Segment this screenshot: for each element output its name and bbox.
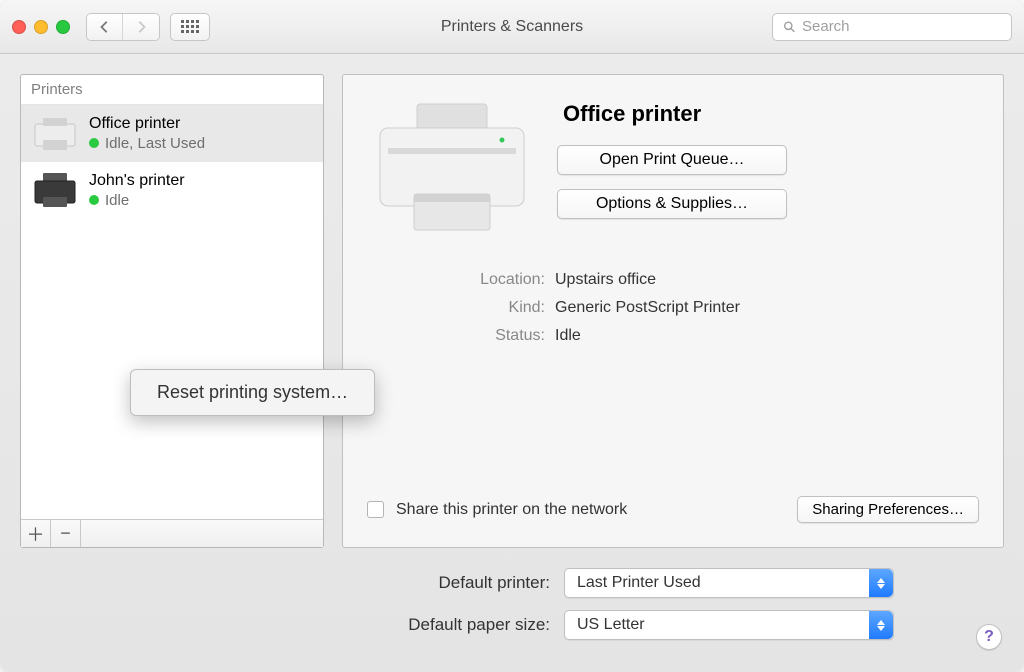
printer-info: Location: Upstairs office Kind: Generic … [385,271,979,345]
select-stepper-icon [869,569,893,597]
share-printer-checkbox[interactable] [367,501,384,518]
search-field[interactable] [772,13,1012,41]
close-window-button[interactable] [12,20,26,34]
forward-button[interactable] [123,14,159,40]
default-paper-size-value: US Letter [577,616,645,634]
printer-item-office[interactable]: Office printer Idle, Last Used [21,105,323,162]
default-printer-select[interactable]: Last Printer Used [564,568,894,598]
options-supplies-button[interactable]: Options & Supplies… [557,189,787,219]
kind-value: Generic PostScript Printer [555,299,740,317]
sidebar-footer: ＋ − [21,519,323,547]
printer-details-panel: Office printer Open Print Queue… Options… [342,74,1004,548]
preferences-window: Printers & Scanners Printers [0,0,1024,672]
printer-title: Office printer [563,101,979,127]
window-title: Printers & Scanners [441,18,583,36]
printer-icon [31,113,79,153]
chevron-right-icon [134,20,148,34]
back-button[interactable] [87,14,123,40]
nav-group [86,13,160,41]
printer-item-johns[interactable]: John's printer Idle [21,162,323,219]
default-paper-size-label: Default paper size: [24,615,564,635]
select-stepper-icon [869,611,893,639]
printer-status: Idle, Last Used [105,135,205,152]
default-printer-value: Last Printer Used [577,574,701,592]
titlebar: Printers & Scanners [0,0,1024,54]
grid-icon [181,20,199,33]
sharing-preferences-button[interactable]: Sharing Preferences… [797,496,979,523]
sidebar-header: Printers [21,75,323,105]
open-print-queue-button[interactable]: Open Print Queue… [557,145,787,175]
location-value: Upstairs office [555,271,656,289]
default-printer-label: Default printer: [24,573,564,593]
default-paper-size-select[interactable]: US Letter [564,610,894,640]
status-dot-icon [89,138,99,148]
status-label: Status: [385,327,555,345]
printer-status: Idle [105,192,129,209]
minimize-window-button[interactable] [34,20,48,34]
status-dot-icon [89,195,99,205]
zoom-window-button[interactable] [56,20,70,34]
content-area: Printers Office printer I [0,54,1024,568]
printer-icon [31,170,79,210]
share-printer-label: Share this printer on the network [396,501,785,519]
add-printer-button[interactable]: ＋ [21,520,51,547]
bottom-controls: Default printer: Last Printer Used Defau… [0,568,1024,672]
status-value: Idle [555,327,581,345]
printer-name: John's printer [89,172,313,190]
printer-name: Office printer [89,115,313,133]
location-label: Location: [385,271,555,289]
window-controls [12,20,70,34]
chevron-left-icon [98,20,112,34]
help-button[interactable]: ? [976,624,1002,650]
search-input[interactable] [802,18,1001,35]
remove-printer-button[interactable]: − [51,520,81,547]
context-menu: Reset printing system… [130,369,375,416]
printer-list: Office printer Idle, Last Used [21,105,323,519]
kind-label: Kind: [385,299,555,317]
show-all-button[interactable] [170,13,210,41]
search-icon [783,20,796,34]
printer-sidebar: Printers Office printer I [20,74,324,548]
printer-large-icon [367,95,537,245]
reset-printing-system-menu-item[interactable]: Reset printing system… [131,374,374,411]
